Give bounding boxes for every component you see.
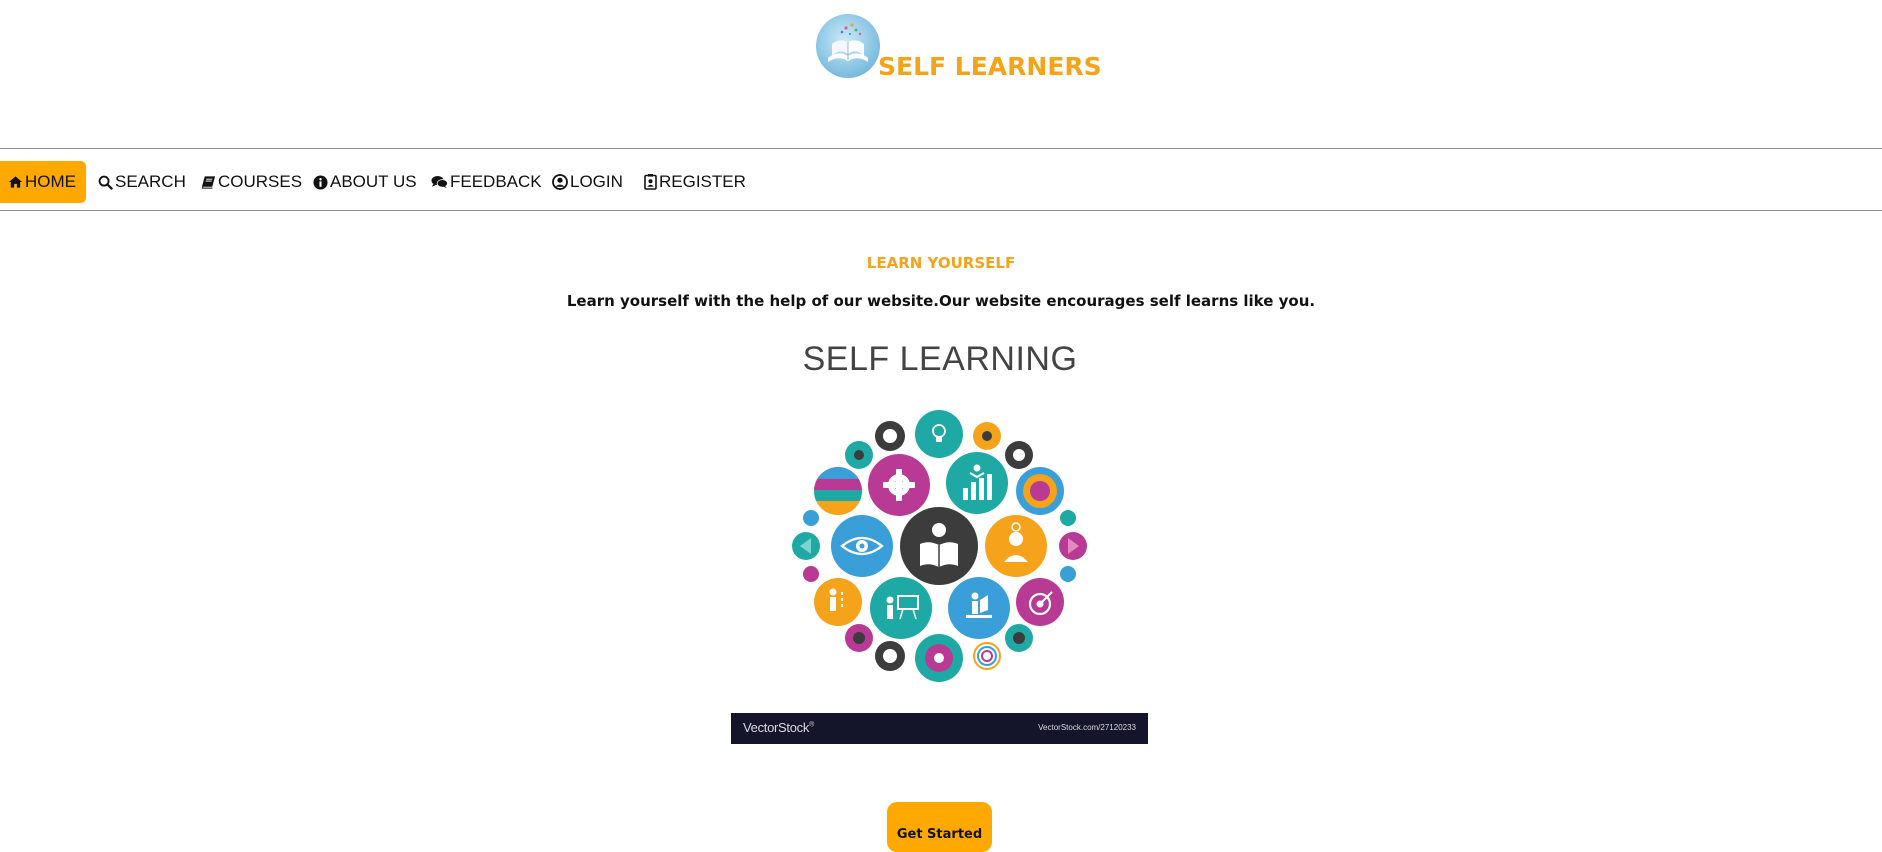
- home-icon: [8, 176, 23, 188]
- open-book-logo-icon[interactable]: [816, 14, 880, 78]
- nav-item-label: REGISTER: [659, 172, 746, 191]
- section-heading: LEARN YOURSELF: [866, 254, 1016, 272]
- hero-title: SELF LEARNING: [802, 340, 1078, 378]
- nav-item-label: SEARCH: [115, 172, 186, 191]
- nav-item-label: COURSES: [218, 172, 303, 191]
- user-circle-icon: [552, 174, 568, 190]
- hero-illustration: SELF LEARNING: [730, 330, 1150, 745]
- nav-item-about-us[interactable]: ABOUT US: [313, 161, 417, 203]
- site-header: SELF LEARNERS: [0, 0, 1882, 148]
- search-icon: [98, 175, 113, 190]
- nav-item-label: ABOUT US: [330, 172, 417, 191]
- id-badge-icon: [644, 174, 657, 190]
- book-icon: [201, 176, 216, 189]
- nav-item-feedback[interactable]: FEEDBACK: [431, 161, 542, 203]
- nav-item-search[interactable]: SEARCH: [98, 161, 186, 203]
- nav-item-label: LOGIN: [570, 172, 623, 191]
- nav-item-courses[interactable]: COURSES: [201, 161, 302, 203]
- main-nav: HOME SEARCH COURSES ABOUT US FEEDBACK LO…: [0, 148, 1882, 211]
- watermark-brand: VectorStock®: [743, 720, 814, 735]
- get-started-button[interactable]: Get Started: [887, 802, 992, 852]
- nav-item-register[interactable]: REGISTER: [644, 161, 746, 203]
- nav-item-label: HOME: [25, 172, 76, 191]
- nav-item-label: FEEDBACK: [450, 172, 542, 191]
- tagline-text: Learn yourself with the help of our webs…: [566, 292, 1316, 310]
- info-icon: [313, 174, 328, 190]
- nav-item-home[interactable]: HOME: [0, 161, 86, 203]
- self-learning-infographic-icon: [792, 410, 1087, 682]
- vectorstock-watermark: VectorStock® VectorStock.com/27120233: [731, 713, 1148, 744]
- watermark-id: VectorStock.com/27120233: [1038, 723, 1136, 732]
- site-title: SELF LEARNERS: [878, 52, 1102, 81]
- nav-item-login[interactable]: LOGIN: [552, 161, 623, 203]
- comments-icon: [431, 176, 448, 189]
